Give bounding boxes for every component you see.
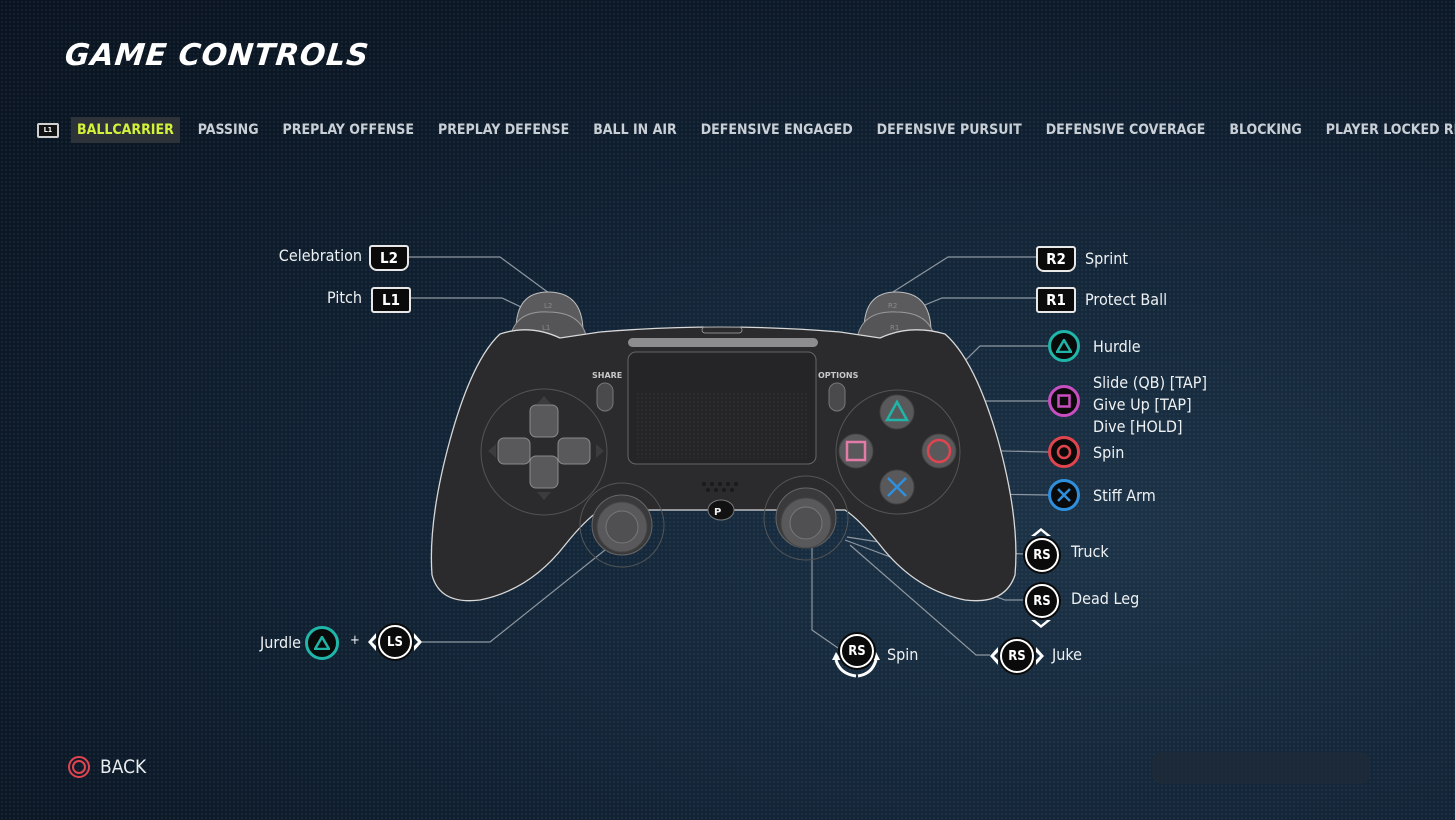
leader-line-r2 [892,256,1036,293]
stiff-arm-label: Stiff Arm [1093,486,1156,505]
square-button-icon [1048,385,1080,417]
deadleg-down-arrow [1031,620,1051,628]
rs-juke-icon: RS [1000,639,1034,673]
ps-button: P [707,499,735,521]
truck-label: Truck [1071,542,1109,561]
options-button [828,382,846,412]
rs-spin-label: Spin [887,645,919,664]
back-label: BACK [100,756,147,778]
leader-line-l2 [405,256,554,297]
truck-up-arrow [1031,528,1051,536]
ls-stick-icon: LS [378,625,412,659]
juke-label: Juke [1052,645,1082,664]
r1-button-icon: R1 [1036,287,1076,313]
dead-leg-label: Dead Leg [1071,589,1140,608]
controller-diagram: L2 L1 R2 R1 SHARE OPTIONS P [368,256,1051,678]
pitch-label: Pitch [326,288,362,307]
r2-trigger-label: R2 [888,302,897,310]
protect-ball-label: Protect Ball [1085,290,1168,309]
circle-button-icon [1048,436,1080,468]
cross-button-icon [1048,479,1080,511]
left-stick [579,482,665,568]
share-label: SHARE [592,371,622,380]
rs-truck-icon: RS [1025,538,1059,572]
juke-right-arrow [1036,647,1044,665]
celebration-label: Celebration [278,246,362,265]
triangle-button-icon [1048,330,1080,362]
hurdle-label: Hurdle [1093,337,1141,356]
circle-back-icon [68,756,90,778]
options-label: OPTIONS [818,371,859,380]
leader-line-spin-rs [811,536,839,649]
controller-body: L2 L1 R2 R1 SHARE OPTIONS P [430,291,1017,602]
r2-button-icon: R2 [1036,246,1076,272]
r1-bumper-label: R1 [890,324,899,332]
ls-right-arrow [414,633,422,651]
back-button[interactable]: BACK [68,756,146,778]
sprint-label: Sprint [1085,249,1128,268]
slide-label: Slide (QB) [TAP] [1093,373,1208,392]
rs-spin-icon: RS [840,634,874,668]
jurdle-triangle-icon [305,626,339,660]
give-up-label: Give Up [TAP] [1093,395,1192,414]
svg-text:P: P [714,507,721,518]
share-button [596,382,614,412]
l2-button-icon: L2 [369,245,409,271]
ls-left-arrow [368,633,376,651]
spin-label: Spin [1093,443,1125,462]
l1-bumper-label: L1 [542,324,550,332]
rs-dead-leg-icon: RS [1025,584,1059,618]
footer-hint-placeholder [1152,752,1370,784]
l2-trigger-label: L2 [544,302,552,310]
dive-label: Dive [HOLD] [1093,417,1183,436]
jurdle-label: Jurdle [260,633,301,652]
juke-left-arrow [990,647,998,665]
l1-button-icon: L1 [371,287,411,313]
plus-sign: + [350,633,360,648]
right-stick [763,475,849,561]
